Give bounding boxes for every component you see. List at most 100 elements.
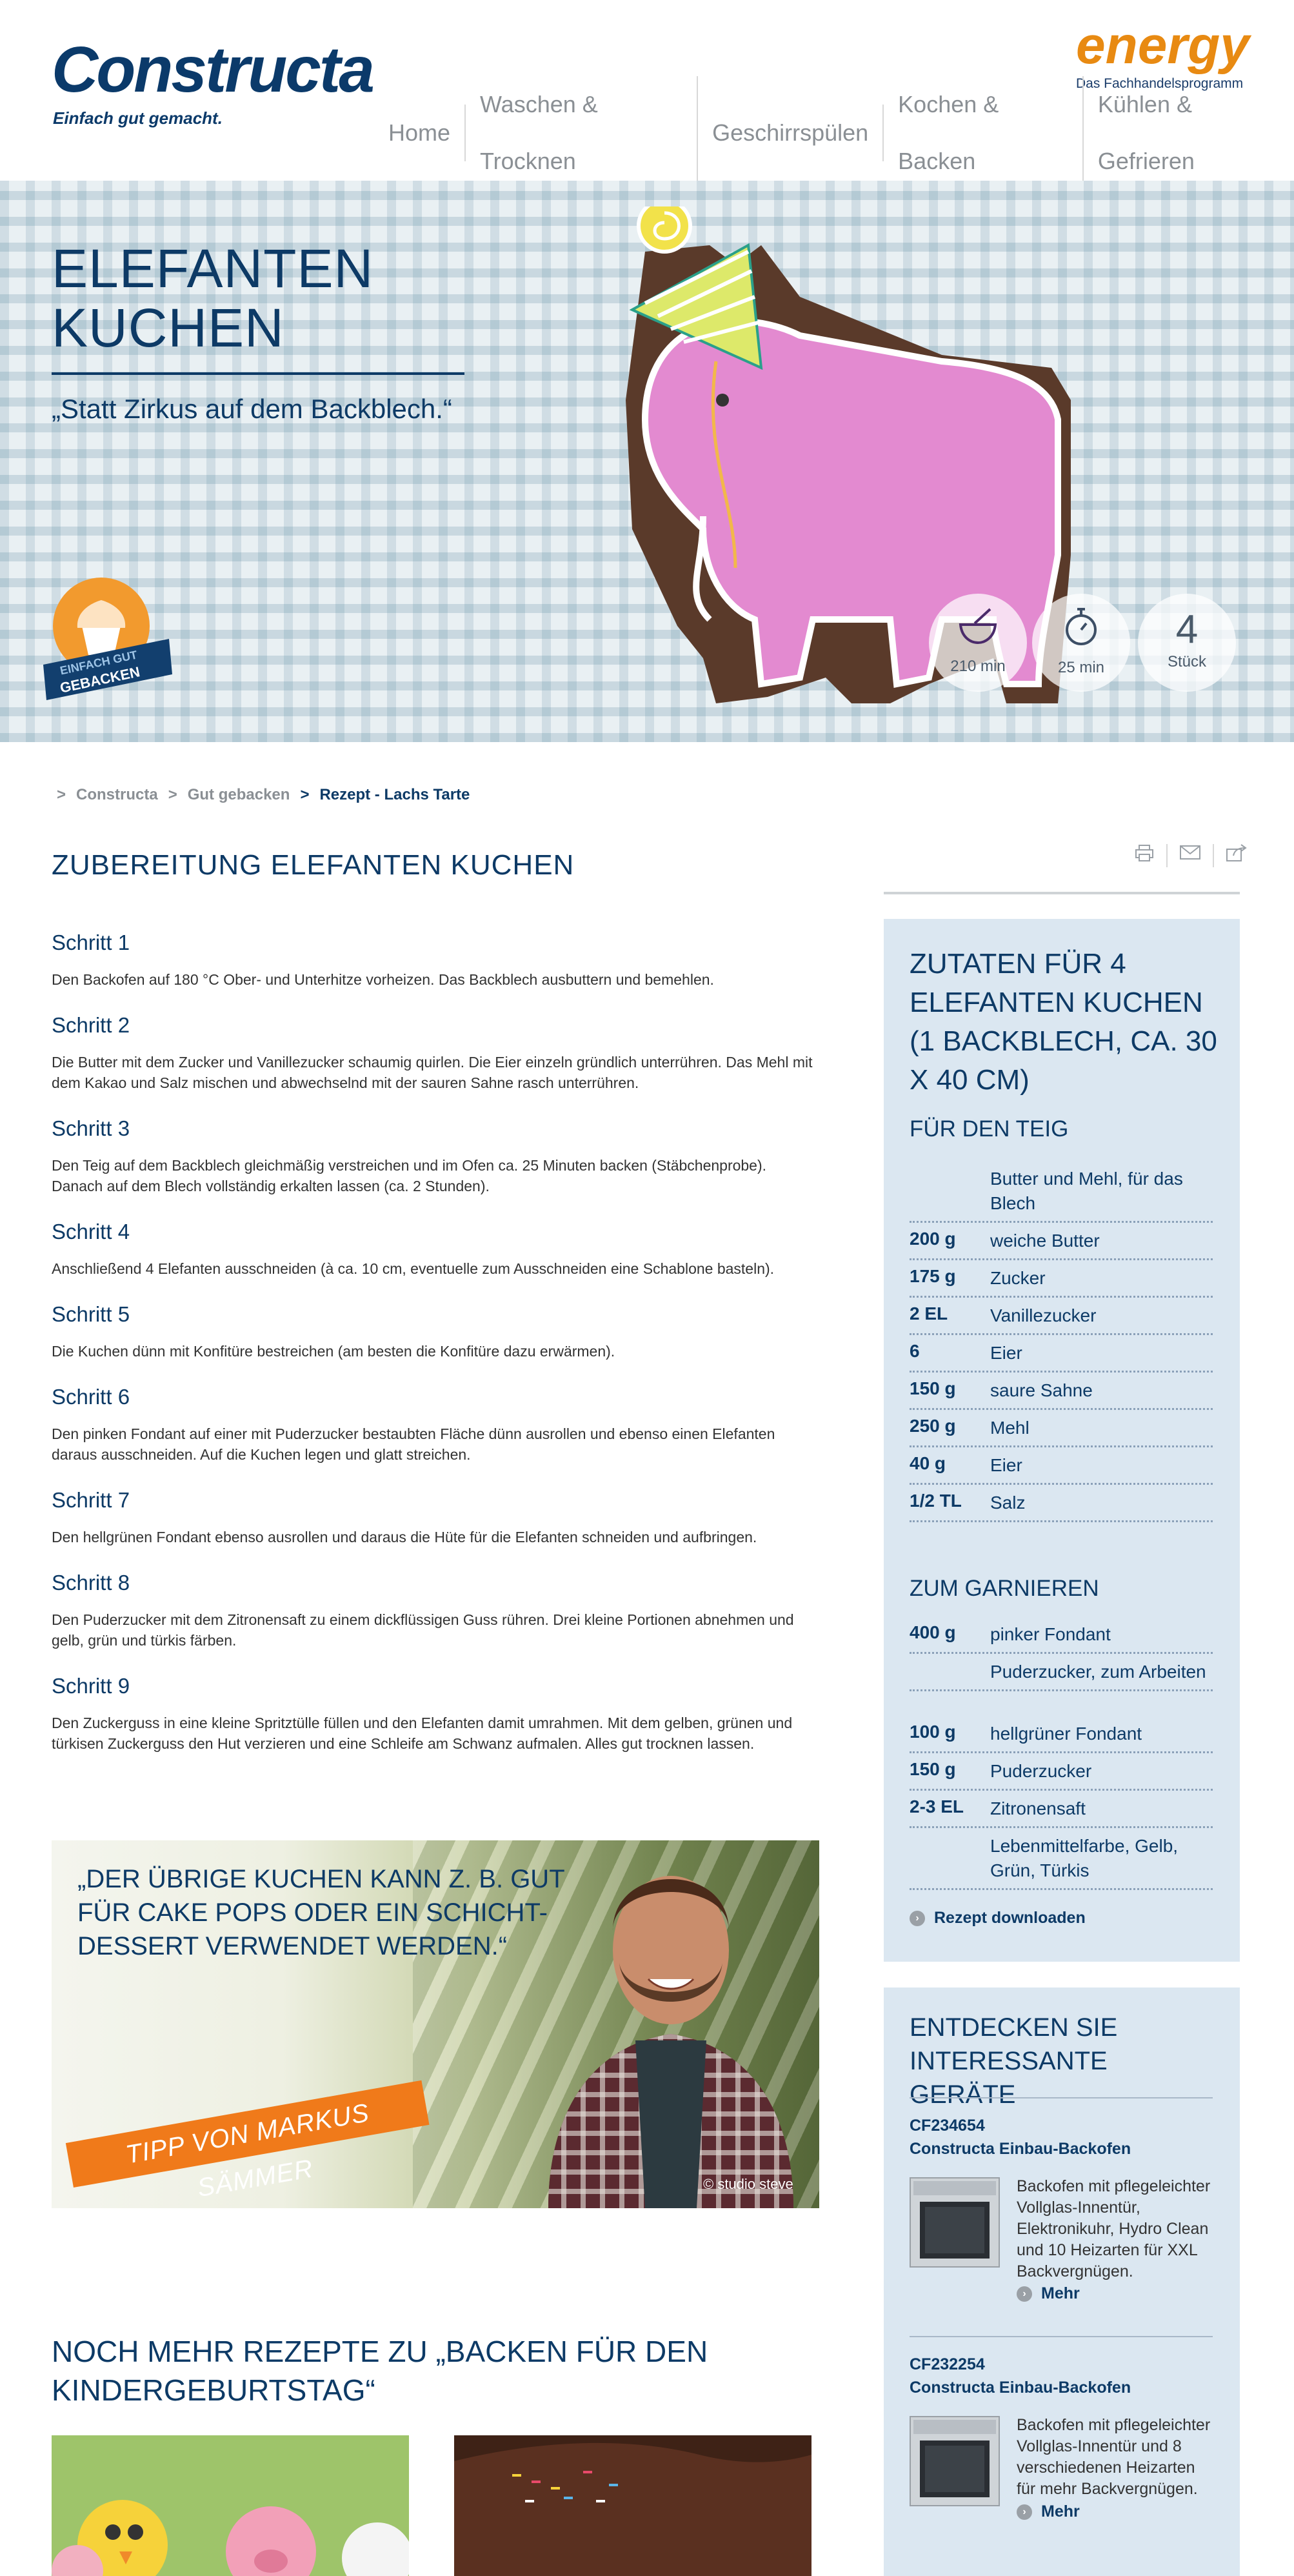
hero-banner: ELEFANTEN KUCHEN „Statt Zirkus auf dem B…: [0, 181, 1294, 742]
ingredient-row: 1/2 TL Salz: [910, 1491, 1213, 1522]
divider: [910, 2336, 1213, 2337]
step-title: Schritt 8: [52, 1571, 130, 1595]
share-icon[interactable]: [1214, 844, 1259, 867]
recipe-teaser-cake-pops[interactable]: [52, 2435, 409, 2576]
einfach-gut-gebacken-badge: EINFACH GUT GEBACKEN: [40, 578, 175, 713]
stat-quantity: 4 Stück: [1138, 594, 1236, 692]
download-recipe-link[interactable]: › Rezept downloaden: [910, 1909, 1086, 1927]
ingredient-qty: 175 g: [910, 1266, 956, 1286]
tip-author-banner: TIPP VON MARKUS SÄMMER: [65, 2080, 430, 2202]
garnish-heading: ZUM GARNIEREN: [910, 1576, 1099, 1601]
step-8: Schritt 8 Den Puderzucker mit dem Zitron…: [52, 1571, 819, 1651]
chevron-right-icon: ›: [1017, 2504, 1032, 2520]
stat-bake-time: 25 min: [1032, 594, 1130, 692]
divider: [910, 2097, 1213, 2098]
ingredient-qty: 1/2 TL: [910, 1491, 962, 1511]
chevron-right-icon: ›: [910, 1910, 925, 1926]
energy-logo[interactable]: energy: [1076, 19, 1249, 72]
breadcrumb-separator: >: [168, 786, 177, 803]
ingredient-qty: [910, 1660, 990, 1684]
step-text: Den pinken Fondant auf einer mit Puderzu…: [52, 1425, 775, 1463]
more-recipes-title: NOCH MEHR REZEPTE ZU „BACKEN FÜR DEN KIN…: [52, 2335, 708, 2407]
product-id[interactable]: CF234654: [910, 2114, 1213, 2137]
ingredient-qty: 40 g: [910, 1453, 946, 1473]
ingredients-panel: ZUTATEN FÜR 4 ELEFANTEN KUCHEN (1 BACKBL…: [884, 919, 1240, 1962]
product-card: CF234654 Constructa Einbau-Backofen Back…: [910, 2114, 1213, 2302]
product-more-link[interactable]: › Mehr: [1017, 2284, 1080, 2303]
nav-item-geschirrspuelen[interactable]: Geschirrspülen: [698, 105, 884, 161]
ingredient-row: 6 Eier: [910, 1341, 1213, 1373]
step-text: Anschließend 4 Elefanten ausschneiden (à…: [52, 1260, 775, 1277]
constructa-logo[interactable]: Constructa: [52, 37, 375, 102]
step-7: Schritt 7 Den hellgrünen Fondant ebenso …: [52, 1488, 819, 1547]
step-title: Schritt 1: [52, 931, 130, 954]
step-9: Schritt 9 Den Zuckerguss in eine kleine …: [52, 1674, 819, 1754]
ingredient-name: Vanillezucker: [990, 1305, 1097, 1325]
nav-item-kuehlen-gefrieren[interactable]: Kühlen & Gefrieren: [1084, 76, 1294, 190]
breadcrumb: > Constructa > Gut gebacken > Rezept - L…: [57, 786, 470, 804]
step-1: Schritt 1 Den Backofen auf 180 °C Ober- …: [52, 931, 819, 990]
page-tools: [1122, 844, 1259, 867]
step-6: Schritt 6 Den pinken Fondant auf einer m…: [52, 1385, 819, 1465]
stat-quantity-label: Stück: [1167, 653, 1207, 670]
logo-tagline: Einfach gut gemacht.: [53, 108, 223, 128]
step-text: Die Kuchen dünn mit Konfitüre bestreiche…: [52, 1343, 615, 1360]
ingredient-name: Salz: [990, 1493, 1026, 1513]
recipe-teaser-chocolate[interactable]: [454, 2435, 811, 2576]
hero-title-line1: ELEFANTEN: [52, 238, 374, 299]
step-text: Den hellgrünen Fondant ebenso ausrollen …: [52, 1529, 757, 1545]
cupcake-icon: [43, 578, 172, 700]
mail-icon[interactable]: [1168, 844, 1214, 867]
ingredient-qty: 100 g: [910, 1722, 956, 1742]
print-icon[interactable]: [1122, 844, 1168, 867]
product-description: Backofen mit pflegeleichter Vollglas-Inn…: [1017, 2416, 1211, 2498]
product-name[interactable]: Constructa Einbau-Backofen: [910, 2137, 1213, 2160]
product-more-link[interactable]: › Mehr: [1017, 2502, 1080, 2521]
page-title: ZUBEREITUNG ELEFANTEN KUCHEN: [52, 849, 575, 881]
stat-bake-time-label: 25 min: [1057, 659, 1105, 676]
ingredient-name: hellgrüner Fondant: [990, 1724, 1142, 1744]
product-name[interactable]: Constructa Einbau-Backofen: [910, 2376, 1213, 2399]
nav-item-home[interactable]: Home: [374, 105, 466, 161]
nav-item-kochen-backen[interactable]: Kochen & Backen: [884, 76, 1084, 190]
step-title: Schritt 9: [52, 1674, 130, 1698]
chocolate-cake-image: [454, 2435, 811, 2576]
ingredient-name: Zucker: [990, 1268, 1046, 1288]
oven-image[interactable]: [910, 2416, 1000, 2506]
step-4: Schritt 4 Anschließend 4 Elefanten aussc…: [52, 1220, 819, 1279]
oven-image[interactable]: [910, 2177, 1000, 2268]
ingredient-name: Mehl: [990, 1418, 1030, 1438]
step-text: Den Zuckerguss in eine kleine Spritztüll…: [52, 1715, 793, 1752]
ingredient-row: 2-3 EL Zitronensaft: [910, 1796, 1213, 1828]
tip-quote: „DER ÜBRIGE KUCHEN KANN Z. B. GUT FÜR CA…: [77, 1865, 564, 1960]
product-card: CF232254 Constructa Einbau-Backofen Back…: [910, 2353, 1213, 2521]
ingredient-name: weiche Butter: [990, 1231, 1100, 1251]
ingredient-name: Butter und Mehl, für das Blech: [990, 1169, 1183, 1213]
cake-pops-image: [52, 2435, 409, 2576]
breadcrumb-link-constructa[interactable]: Constructa: [76, 786, 158, 804]
step-text: Den Backofen auf 180 °C Ober- und Unterh…: [52, 971, 714, 988]
step-title: Schritt 6: [52, 1385, 130, 1409]
ingredient-qty: 2-3 EL: [910, 1796, 964, 1816]
step-text: Den Puderzucker mit dem Zitronensaft zu …: [52, 1611, 794, 1649]
ingredient-name: Lebenmittelfarbe, Gelb, Grün, Türkis: [990, 1836, 1179, 1880]
download-recipe-label: Rezept downloaden: [934, 1909, 1086, 1927]
step-3: Schritt 3 Den Teig auf dem Backblech gle…: [52, 1116, 819, 1196]
chef-tip-box: „DER ÜBRIGE KUCHEN KANN Z. B. GUT FÜR CA…: [52, 1840, 819, 2208]
ingredient-qty: 2 EL: [910, 1303, 948, 1323]
breadcrumb-link-gut-gebacken[interactable]: Gut gebacken: [188, 786, 290, 804]
ingredient-name: pinker Fondant: [990, 1624, 1111, 1644]
main-nav: Home Waschen & Trocknen Geschirrspülen K…: [374, 76, 1294, 190]
step-title: Schritt 4: [52, 1220, 130, 1243]
product-more-label: Mehr: [1041, 2284, 1080, 2302]
breadcrumb-current: Rezept - Lachs Tarte: [319, 786, 470, 803]
hero-subtitle: „Statt Zirkus auf dem Backblech.“: [52, 394, 452, 424]
nav-item-waschen-trocknen[interactable]: Waschen & Trocknen: [466, 76, 699, 190]
step-5: Schritt 5 Die Kuchen dünn mit Konfitüre …: [52, 1302, 819, 1362]
ingredients-title: ZUTATEN FÜR 4 ELEFANTEN KUCHEN (1 BACKBL…: [910, 948, 1217, 1096]
hero-title: ELEFANTEN KUCHEN: [52, 239, 503, 357]
stat-quantity-value: 4: [1175, 607, 1199, 652]
photo-copyright: © studio steve: [703, 2176, 793, 2192]
product-id[interactable]: CF232254: [910, 2353, 1213, 2376]
ingredient-name: saure Sahne: [990, 1380, 1093, 1400]
